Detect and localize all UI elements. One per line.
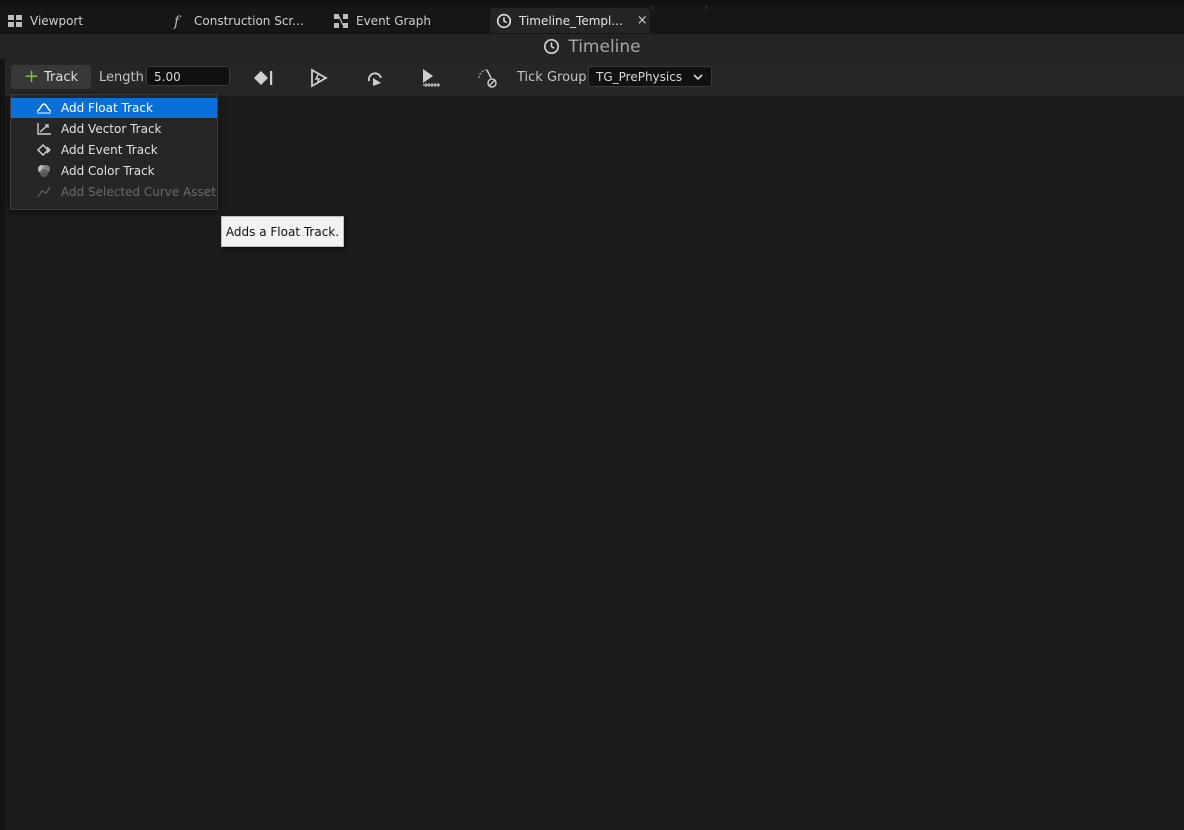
curve-asset-icon <box>36 184 52 200</box>
tab-bar: Viewport f Construction Scr... Event Gra… <box>0 5 1184 34</box>
tab-label: Timeline_Templ... <box>519 13 623 28</box>
length-input[interactable]: 5.00 <box>146 66 230 86</box>
length-label: Length <box>99 70 144 85</box>
menu-item-add-float-track[interactable]: Add Float Track <box>11 98 217 118</box>
menu-item-label: Add Selected Curve Asset <box>61 185 216 199</box>
tab-timeline-template[interactable]: Timeline_Templ... × <box>490 8 650 33</box>
tab-label: Construction Scr... <box>194 13 304 28</box>
viewport-icon <box>6 12 24 30</box>
autoplay-button[interactable] <box>307 66 331 90</box>
chevron-down-icon <box>693 71 703 85</box>
add-track-menu: Add Float Track Add Vector Track Add Eve… <box>10 94 218 210</box>
panel-title-bar: Timeline <box>0 34 1184 59</box>
close-icon[interactable]: × <box>637 13 648 28</box>
menu-item-add-vector-track[interactable]: Add Vector Track <box>11 119 217 139</box>
event-track-icon <box>36 142 52 158</box>
add-track-label: Track <box>44 69 79 85</box>
function-icon: f <box>170 12 188 30</box>
tick-group-value: TG_PrePhysics <box>596 69 683 84</box>
tick-group-select[interactable]: TG_PrePhysics <box>588 66 712 87</box>
replicated-icon <box>423 69 440 87</box>
loop-icon <box>367 72 382 86</box>
menu-item-label: Add Color Track <box>61 164 155 178</box>
event-graph-icon <box>332 12 350 30</box>
menu-item-label: Add Float Track <box>61 101 153 115</box>
tab-separator <box>652 5 653 10</box>
color-track-icon <box>36 163 52 179</box>
tab-viewport[interactable]: Viewport <box>6 8 83 33</box>
plus-icon: + <box>23 66 40 87</box>
ignore-time-dilation-button[interactable] <box>475 66 499 90</box>
menu-item-label: Add Vector Track <box>61 122 162 136</box>
use-last-keyframe-button[interactable] <box>251 66 275 90</box>
time-dilation-icon <box>478 69 497 88</box>
timeline-toolbar: + Track Length 5.00 Tick Group TG_PrePhy… <box>5 59 1184 96</box>
tab-label: Viewport <box>30 13 84 28</box>
keyframe-end-icon <box>254 71 273 85</box>
tab-separator <box>706 5 707 10</box>
svg-text:f: f <box>173 14 182 29</box>
replicated-button[interactable] <box>419 66 443 90</box>
menu-item-add-selected-curve-asset: Add Selected Curve Asset <box>11 182 217 202</box>
tab-label: Event Graph <box>356 13 431 28</box>
autoplay-icon <box>311 68 328 88</box>
clock-icon <box>543 38 560 55</box>
vector-track-icon <box>36 121 52 137</box>
tooltip: Adds a Float Track. <box>221 216 344 247</box>
float-track-icon <box>36 100 52 116</box>
tab-event-graph[interactable]: Event Graph <box>332 8 431 33</box>
panel-title: Timeline <box>568 36 641 57</box>
tab-construction-script[interactable]: f Construction Scr... <box>170 8 304 33</box>
clock-icon <box>495 12 513 30</box>
add-track-button[interactable]: + Track <box>11 65 91 89</box>
menu-item-add-event-track[interactable]: Add Event Track <box>11 140 217 160</box>
menu-item-add-color-track[interactable]: Add Color Track <box>11 161 217 181</box>
tick-group-label: Tick Group <box>517 70 587 85</box>
menu-item-label: Add Event Track <box>61 143 158 157</box>
loop-button[interactable] <box>363 66 387 90</box>
